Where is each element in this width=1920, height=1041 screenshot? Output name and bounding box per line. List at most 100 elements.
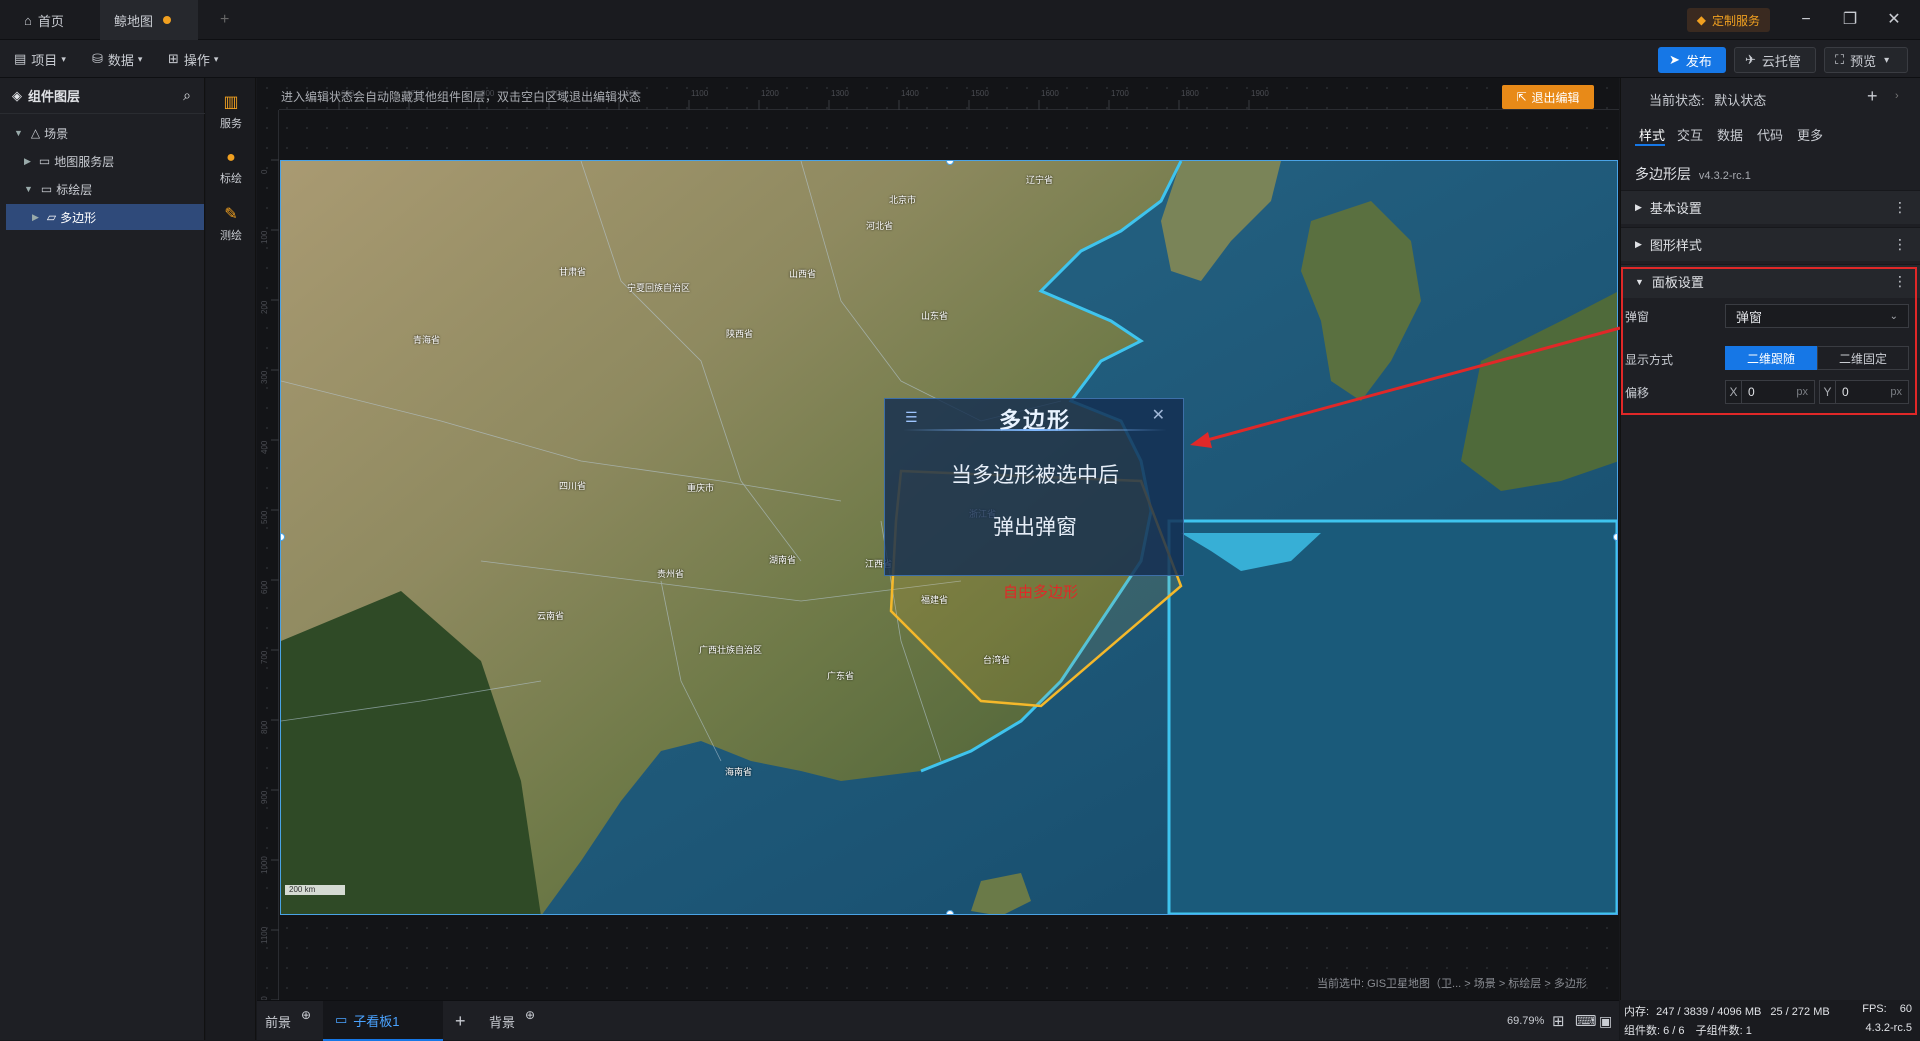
ruler-tick-label: 800: [260, 720, 269, 734]
caret-right-icon: ▶: [1635, 239, 1642, 249]
menu-data[interactable]: ⛁ 数据 ▾: [92, 40, 142, 78]
layer-panel-title: 组件图层: [28, 89, 81, 104]
terminal-icon[interactable]: ▣: [1599, 1001, 1612, 1041]
ruler-tick-label: 1000: [260, 856, 269, 874]
polygon-label: 自由多边形: [1003, 584, 1079, 601]
measure-button[interactable]: ✎ 测绘: [206, 198, 256, 248]
ruler-tick-label: 1700: [1111, 89, 1129, 98]
new-tab-button[interactable]: +: [206, 0, 243, 40]
menu-data-label: 数据: [107, 52, 134, 68]
chevron-down-icon: ▾: [213, 53, 219, 64]
tab-map-label: 鲸地图: [114, 13, 154, 29]
menu-operate[interactable]: ⊞ 操作 ▾: [168, 40, 218, 78]
map-province-label: 云南省: [537, 611, 565, 621]
tab-home[interactable]: ⌂ 首页: [10, 0, 78, 40]
app-version: 4.3.2-rc.5: [1865, 1022, 1912, 1034]
folder-icon: ▭: [40, 182, 53, 196]
exit-edit-button[interactable]: ⇱ 退出编辑: [1502, 85, 1594, 109]
section-basic-label: 基本设置: [1649, 201, 1702, 216]
layer-panel-header: ◈ 组件图层 ⌕: [0, 78, 205, 114]
tool-icon-bar: ▥ 服务 ● 标绘 ✎ 测绘: [206, 78, 256, 1040]
scene-icon: △: [30, 126, 41, 140]
state-value[interactable]: 默认状态: [1714, 93, 1766, 108]
keyboard-icon[interactable]: ⌨: [1575, 1001, 1597, 1041]
plane-icon: ✈: [1745, 52, 1756, 67]
publish-button[interactable]: ➤ 发布: [1658, 47, 1726, 73]
add-circle-icon[interactable]: ⊕: [525, 1008, 535, 1022]
title-bar: ⌂ 首页 鲸地图 + ◆ 定制服务 − ❐ ✕: [0, 0, 1920, 40]
minimize-icon[interactable]: −: [1796, 10, 1816, 30]
publish-label: 发布: [1685, 53, 1712, 69]
layer-title: 多边形层 v4.3.2-rc.1: [1635, 164, 1751, 184]
tree-label: 地图服务层: [54, 154, 115, 169]
plot-label: 标绘: [220, 172, 242, 185]
more-icon[interactable]: ⋮: [1893, 199, 1907, 216]
add-board-button[interactable]: +: [455, 1001, 466, 1041]
caret-right-icon: ▶: [32, 211, 39, 222]
map-province-label: 山西省: [789, 269, 817, 279]
close-icon[interactable]: ✕: [1152, 405, 1165, 425]
pin-icon: ●: [226, 148, 236, 166]
chevron-down-icon: ▾: [1884, 54, 1890, 66]
ruler-icon: ✎: [224, 205, 238, 223]
add-circle-icon[interactable]: ⊕: [301, 1008, 311, 1022]
tree-label: 标绘层: [56, 182, 93, 197]
tree-item-map-service[interactable]: ▶ ▭ 地图服务层: [0, 148, 205, 174]
tree-item-scene[interactable]: ▼ △ 场景: [0, 120, 205, 146]
tab-interaction[interactable]: 交互: [1677, 125, 1703, 144]
tab-style[interactable]: 样式: [1639, 125, 1665, 144]
tab-data[interactable]: 数据: [1717, 125, 1743, 144]
close-icon[interactable]: ✕: [1884, 10, 1904, 30]
popup-title-divider: [903, 429, 1167, 431]
fps-label: FPS:: [1862, 1003, 1887, 1015]
ruler-tick-label: 1200: [761, 89, 779, 98]
ruler-tick-label: 0: [260, 169, 269, 174]
custom-service-button[interactable]: ◆ 定制服务: [1686, 8, 1770, 32]
properties-panel: 当前状态: 默认状态 + › 样式 交互 数据 代码 更多 多边形层 v4.3.…: [1620, 78, 1920, 1000]
section-basic[interactable]: ▶ 基本设置 ⋮: [1621, 190, 1920, 224]
state-row: 当前状态: 默认状态: [1649, 90, 1766, 109]
annotation-arrow: [1190, 326, 1621, 448]
layer-name: 多边形层: [1635, 166, 1691, 182]
section-shape[interactable]: ▶ 图形样式 ⋮: [1621, 227, 1920, 261]
tree-item-polygon[interactable]: ▶ ▱ 多边形: [6, 204, 204, 230]
search-icon[interactable]: ⌕: [183, 87, 191, 104]
ruler-tick-label: 1400: [901, 89, 919, 98]
map-province-label: 贵州省: [657, 569, 685, 579]
chevron-down-icon: ▾: [137, 53, 143, 64]
memory-status: 内存: 247 / 3839 / 4096 MB 25 / 272 MB: [1624, 1003, 1830, 1019]
fit-screen-icon[interactable]: ⊞: [1552, 1001, 1565, 1041]
polygon-popup[interactable]: ☰ 多边形 ✕ 当多边形被选中后 弹出弹窗: [884, 398, 1184, 576]
tab-more[interactable]: 更多: [1797, 125, 1823, 144]
tab-map[interactable]: 鲸地图: [100, 0, 198, 40]
tab-code[interactable]: 代码: [1757, 125, 1783, 144]
add-state-button[interactable]: +: [1867, 86, 1878, 107]
chevron-right-icon[interactable]: ›: [1895, 90, 1899, 102]
background-tab[interactable]: 背景 ⊕: [489, 1001, 535, 1041]
menu-project[interactable]: ▤ 项目 ▾: [14, 40, 66, 78]
diamond-icon: ◆: [1696, 13, 1706, 27]
caret-down-icon: ▼: [24, 184, 33, 194]
service-button[interactable]: ▥ 服务: [206, 86, 256, 136]
cloud-button[interactable]: ✈ 云托管: [1734, 47, 1816, 73]
more-icon[interactable]: ⋮: [1893, 236, 1907, 253]
subboard-tab[interactable]: ▭ 子看板1: [323, 1001, 443, 1041]
map-icon: ▥: [223, 93, 239, 111]
map-province-label: 台湾省: [983, 655, 1011, 665]
tree-item-plot-layer[interactable]: ▼ ▭ 标绘层: [0, 176, 205, 202]
tree-label: 场景: [44, 126, 69, 141]
grid-icon: ⊞: [168, 51, 179, 66]
map-province-label: 青海省: [413, 335, 441, 345]
layer-version: v4.3.2-rc.1: [1698, 170, 1751, 182]
preview-button[interactable]: ⛶ 预览 ▾: [1824, 47, 1908, 73]
menu-bar: ▤ 项目 ▾ ⛁ 数据 ▾ ⊞ 操作 ▾ ➤ 发布 ✈ 云托管 ⛶ 预览 ▾: [0, 40, 1920, 78]
map-province-label: 甘肃省: [559, 267, 587, 277]
child-count: 子组件数: 1: [1695, 1025, 1752, 1037]
ruler-tick-label: 1800: [1181, 89, 1199, 98]
plot-button[interactable]: ● 标绘: [206, 142, 256, 192]
ruler-tick-label: 1300: [831, 89, 849, 98]
ruler-tick-label: 1100: [691, 89, 709, 98]
foreground-tab[interactable]: 前景 ⊕: [265, 1001, 311, 1041]
restore-icon[interactable]: ❐: [1840, 10, 1860, 30]
custom-service-label: 定制服务: [1711, 13, 1760, 28]
